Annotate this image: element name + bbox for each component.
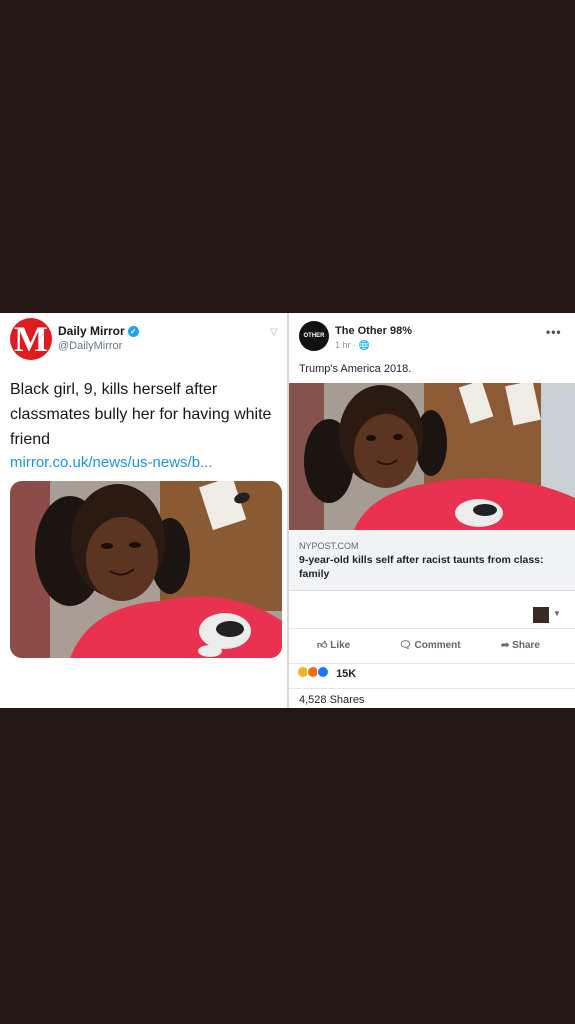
account-name-text[interactable]: Daily Mirror: [58, 324, 125, 338]
chevron-down-icon[interactable]: ▼: [553, 609, 561, 618]
verified-badge-icon: ✓: [127, 326, 139, 337]
comment-label: Comment: [414, 640, 461, 651]
tweet-photo[interactable]: [10, 481, 282, 658]
facebook-post-card[interactable]: OTHER 98% The Other 98% 1 hr · 🌐 ••• Tru…: [289, 313, 575, 708]
like-button[interactable]: 👍︎ Like: [317, 629, 350, 663]
photo-girl-selfie: [289, 383, 575, 530]
link-headline[interactable]: 9-year-old kills self after racist taunt…: [299, 553, 561, 581]
link-preview[interactable]: NYPOST.COM 9-year-old kills self after r…: [289, 530, 575, 591]
speech-bubble-icon: 🗨︎: [399, 640, 415, 651]
post-caption: Trump's America 2018.: [299, 363, 412, 375]
reaction-count[interactable]: 15K: [336, 668, 356, 680]
share-button[interactable]: ➦ Share: [501, 629, 540, 663]
tweet-link[interactable]: mirror.co.uk/news/us-news/b...: [10, 454, 213, 471]
like-label: Like: [330, 640, 351, 651]
reactions-summary[interactable]: 15K: [297, 665, 356, 683]
daily-mirror-logo[interactable]: M: [10, 318, 52, 360]
share-count[interactable]: 4,528 Shares: [289, 688, 575, 708]
link-source: NYPOST.COM: [299, 541, 359, 551]
comment-button[interactable]: 🗨︎ Comment: [399, 629, 461, 663]
more-dots-icon[interactable]: •••: [546, 325, 562, 339]
share-label: Share: [512, 640, 540, 651]
post-time-text[interactable]: 1 hr ·: [335, 340, 359, 350]
tweet-card[interactable]: M Daily Mirror ✓ @DailyMirror ▽ Black gir…: [0, 313, 287, 708]
thumbs-up-icon: 👍︎: [317, 640, 331, 651]
chevron-down-icon[interactable]: ▽: [270, 327, 278, 338]
account-name[interactable]: Daily Mirror ✓: [58, 324, 139, 338]
post-action-bar: 👍︎ Like 🗨︎ Comment ➦ Share: [289, 628, 575, 664]
globe-icon: 🌐: [358, 340, 370, 350]
share-arrow-icon: ➦: [501, 640, 513, 651]
like-reaction-icon: [317, 666, 329, 678]
page-name[interactable]: The Other 98%: [335, 325, 412, 337]
post-time[interactable]: 1 hr · 🌐: [335, 340, 370, 351]
viewer-avatar-thumbnail[interactable]: [533, 607, 549, 623]
page-avatar[interactable]: OTHER 98%: [299, 321, 329, 369]
photo-girl-selfie: [10, 481, 282, 658]
tweet-text: Black girl, 9, kills herself after class…: [10, 381, 272, 448]
post-link-image[interactable]: [289, 383, 575, 530]
account-handle[interactable]: @DailyMirror: [58, 340, 122, 352]
